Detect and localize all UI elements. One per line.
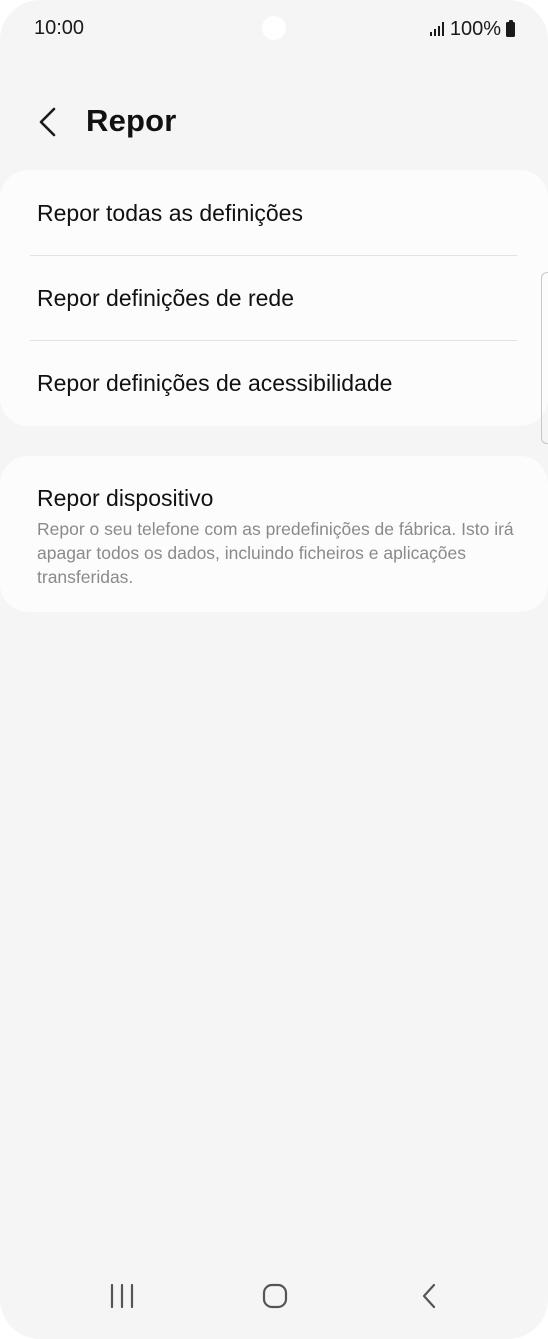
status-bar: 10:00 100% xyxy=(0,0,548,60)
status-time: 10:00 xyxy=(34,17,85,39)
factory-reset-title: Repor dispositivo xyxy=(37,485,214,511)
phone-screen: 10:00 100% Repor Repor todas as definiçõ… xyxy=(0,0,548,1339)
battery-percentage: 100% xyxy=(449,17,501,40)
home-button[interactable] xyxy=(245,1271,305,1321)
back-icon xyxy=(422,1283,436,1309)
recent-apps-icon xyxy=(110,1283,134,1309)
home-icon xyxy=(262,1283,288,1309)
system-back-button[interactable] xyxy=(399,1271,459,1321)
chevron-left-icon xyxy=(39,107,56,137)
reset-options-card: Repor todas as definições Repor definiçõ… xyxy=(0,170,548,426)
scroll-indicator[interactable] xyxy=(541,272,548,444)
reset-all-settings-item[interactable]: Repor todas as definições xyxy=(0,170,548,255)
recent-apps-button[interactable] xyxy=(92,1271,152,1321)
navigation-bar xyxy=(0,1259,548,1339)
reset-accessibility-settings-label: Repor definições de acessibilidade xyxy=(37,370,393,396)
device-reset-card: Repor dispositivo Repor o seu telefone c… xyxy=(0,456,548,612)
status-indicators: 100% xyxy=(429,17,515,41)
factory-reset-description: Repor o seu telefone com as predefiniçõe… xyxy=(37,519,514,587)
reset-network-settings-label: Repor definições de rede xyxy=(37,285,294,311)
front-camera xyxy=(262,16,286,40)
app-bar: Repor xyxy=(0,90,548,154)
reset-network-settings-item[interactable]: Repor definições de rede xyxy=(0,256,548,340)
back-button[interactable] xyxy=(28,102,68,142)
battery-icon xyxy=(506,19,515,37)
page-title: Repor xyxy=(86,103,177,138)
factory-reset-item[interactable]: Repor dispositivo Repor o seu telefone c… xyxy=(0,456,548,612)
reset-all-settings-label: Repor todas as definições xyxy=(37,200,303,226)
signal-icon xyxy=(429,22,444,36)
reset-accessibility-settings-item[interactable]: Repor definições de acessibilidade xyxy=(0,341,548,426)
